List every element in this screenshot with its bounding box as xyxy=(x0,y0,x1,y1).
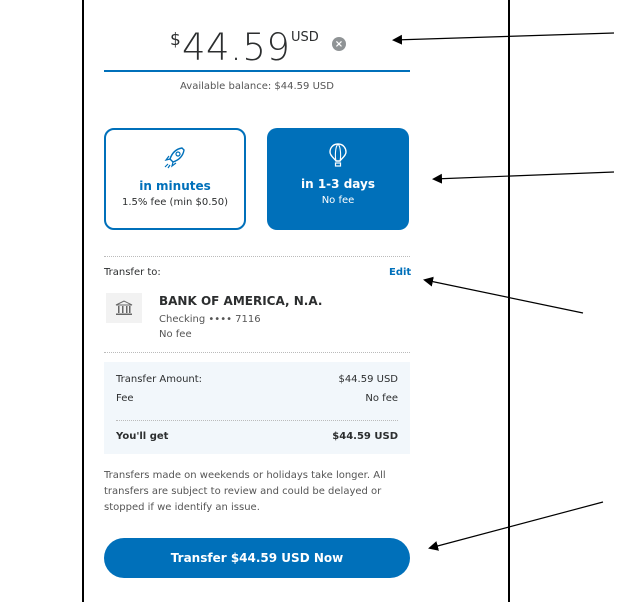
annotation-arrow xyxy=(432,171,615,184)
annotation-arrow xyxy=(428,501,604,551)
annotation-arrow xyxy=(392,32,615,45)
annotation-arrow xyxy=(423,276,584,314)
annotation-arrows xyxy=(392,32,615,551)
